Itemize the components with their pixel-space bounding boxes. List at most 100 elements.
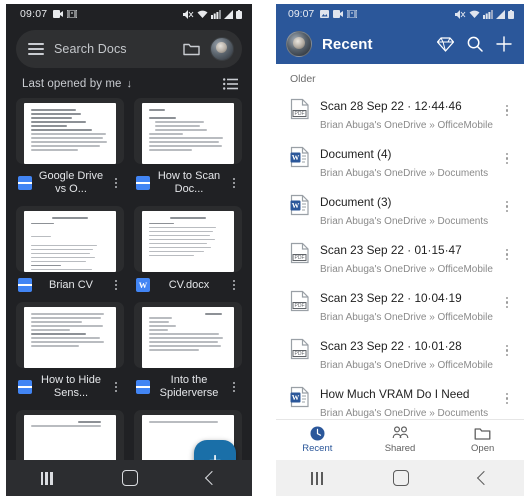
home-button[interactable]: [121, 470, 138, 486]
file-overflow-button[interactable]: [500, 193, 514, 212]
battery-icon: [508, 9, 514, 19]
back-button[interactable]: [476, 470, 492, 486]
battery-icon: [236, 9, 242, 19]
doc-card-meta: How to Hide Sens...: [16, 368, 124, 400]
page-title: Recent: [322, 35, 373, 53]
doc-card[interactable]: How to Hide Sens...: [16, 302, 124, 400]
back-button[interactable]: [205, 470, 220, 486]
file-location: Brian Abuga's OneDrive » OfficeMobile: [320, 360, 493, 371]
bottom-nav-open[interactable]: Open: [441, 426, 524, 454]
sort-label[interactable]: Last opened by me: [22, 78, 122, 90]
svg-text:PDF: PDF: [295, 255, 305, 261]
hamburger-icon[interactable]: [28, 43, 44, 55]
account-avatar[interactable]: [286, 31, 312, 57]
doc-card[interactable]: Brian CV: [16, 206, 124, 292]
doc-overflow-button[interactable]: [228, 279, 240, 291]
status-notification-icons: [53, 10, 78, 18]
list-item[interactable]: W Document (4) Brian Abuga's OneDrive » …: [276, 139, 524, 187]
account-avatar[interactable]: [210, 37, 234, 61]
left-status-bar: 09:07: [6, 4, 252, 24]
search-bar[interactable]: Search Docs: [16, 30, 242, 68]
home-button[interactable]: [392, 470, 409, 486]
thumbnail-page: [142, 211, 234, 272]
folder-icon[interactable]: [183, 42, 200, 56]
doc-thumbnail[interactable]: [134, 302, 242, 368]
doc-title[interactable]: Into the Spiderverse: [155, 374, 223, 400]
doc-overflow-button[interactable]: [110, 177, 122, 189]
file-title: Scan 23 Sep 22 · 01·15·47: [320, 243, 462, 257]
doc-card[interactable]: Into the Spiderverse: [134, 302, 242, 400]
svg-text:PDF: PDF: [295, 351, 305, 357]
documents-grid: Google Drive vs O... How to Scan Doc... …: [6, 98, 252, 476]
left-phone-google-docs: 09:07 Search Docs Last opened by me ↓ Go…: [6, 4, 252, 496]
list-item[interactable]: PDF Scan 28 Sep 22 · 12·44·46 Brian Abug…: [276, 91, 524, 139]
doc-card[interactable]: Google Drive vs O...: [16, 98, 124, 196]
doc-title[interactable]: How to Hide Sens...: [37, 374, 105, 400]
pdf-file-icon: PDF: [290, 290, 310, 312]
file-overflow-button[interactable]: [500, 97, 514, 116]
google-docs-icon: [136, 176, 151, 190]
search-icon[interactable]: [467, 36, 483, 52]
doc-card-meta: How to Scan Doc...: [134, 164, 242, 196]
sort-arrow-icon[interactable]: ↓: [127, 78, 133, 90]
doc-title[interactable]: Google Drive vs O...: [37, 170, 105, 196]
list-item[interactable]: PDF Scan 23 Sep 22 · 01·15·47 Brian Abug…: [276, 235, 524, 283]
screenshot-stage: 09:07 Search Docs Last opened by me ↓ Go…: [0, 0, 530, 504]
wifi-icon: [469, 10, 480, 18]
doc-overflow-button[interactable]: [228, 177, 240, 189]
wifi-icon: [197, 10, 208, 18]
list-item[interactable]: PDF Scan 23 Sep 22 · 10·01·28 Brian Abug…: [276, 331, 524, 379]
list-item[interactable]: W Document (3) Brian Abuga's OneDrive » …: [276, 187, 524, 235]
bottom-nav-recent[interactable]: Recent: [276, 426, 359, 454]
mute-icon: [455, 9, 466, 19]
image-icon: [320, 10, 330, 18]
file-location: Brian Abuga's OneDrive » OfficeMobile: [320, 264, 493, 275]
list-item[interactable]: PDF Scan 23 Sep 22 · 10·04·19 Brian Abug…: [276, 283, 524, 331]
status-time: 09:07: [20, 8, 48, 20]
right-system-nav-bar: [276, 460, 524, 496]
file-title: Scan 23 Sep 22 · 10·04·19: [320, 291, 462, 305]
doc-thumbnail[interactable]: [16, 206, 124, 272]
section-header: Older: [290, 73, 316, 85]
doc-thumbnail[interactable]: [16, 98, 124, 164]
doc-title[interactable]: CV.docx: [155, 279, 223, 292]
word-file-icon: W: [290, 386, 310, 408]
doc-overflow-button[interactable]: [110, 279, 122, 291]
bottom-nav-shared[interactable]: Shared: [359, 426, 442, 454]
doc-thumbnail[interactable]: [16, 302, 124, 368]
file-title: Scan 28 Sep 22 · 12·44·46: [320, 99, 462, 113]
status-notification-icons: [320, 10, 358, 18]
file-overflow-button[interactable]: [500, 337, 514, 356]
doc-overflow-button[interactable]: [228, 381, 240, 393]
grid-row: How to Hide Sens... Into the Spiderverse: [16, 302, 242, 400]
doc-thumbnail[interactable]: [134, 206, 242, 272]
doc-title[interactable]: Brian CV: [37, 279, 105, 292]
plus-icon[interactable]: [496, 36, 512, 52]
search-input[interactable]: Search Docs: [54, 42, 173, 56]
doc-title[interactable]: How to Scan Doc...: [155, 170, 223, 196]
doc-overflow-button[interactable]: [110, 381, 122, 393]
right-status-bar: 09:07: [276, 4, 524, 24]
left-system-nav-bar: [6, 460, 252, 496]
file-location: Brian Abuga's OneDrive » Documents: [320, 168, 489, 179]
file-overflow-button[interactable]: [500, 385, 514, 404]
doc-card[interactable]: How to Scan Doc...: [134, 98, 242, 196]
recents-button[interactable]: [311, 471, 323, 485]
list-view-icon[interactable]: [223, 78, 238, 90]
list-item-text: Document (4) Brian Abuga's OneDrive » Do…: [320, 145, 490, 181]
google-docs-icon: [18, 278, 33, 292]
file-overflow-button[interactable]: [500, 289, 514, 308]
diamond-icon[interactable]: [437, 36, 454, 52]
search-container: Search Docs: [6, 24, 252, 72]
file-title: Document (4): [320, 147, 392, 161]
doc-thumbnail[interactable]: [134, 98, 242, 164]
list-item-text: Scan 23 Sep 22 · 10·04·19 Brian Abuga's …: [320, 289, 493, 325]
doc-card[interactable]: W CV.docx: [134, 206, 242, 292]
file-overflow-button[interactable]: [500, 241, 514, 260]
file-location: Brian Abuga's OneDrive » Documents: [320, 216, 489, 227]
signal-icon: [483, 9, 493, 19]
file-overflow-button[interactable]: [500, 145, 514, 164]
svg-text:W: W: [292, 393, 300, 402]
recents-button[interactable]: [40, 471, 53, 485]
thumbnail-page: [142, 103, 234, 164]
